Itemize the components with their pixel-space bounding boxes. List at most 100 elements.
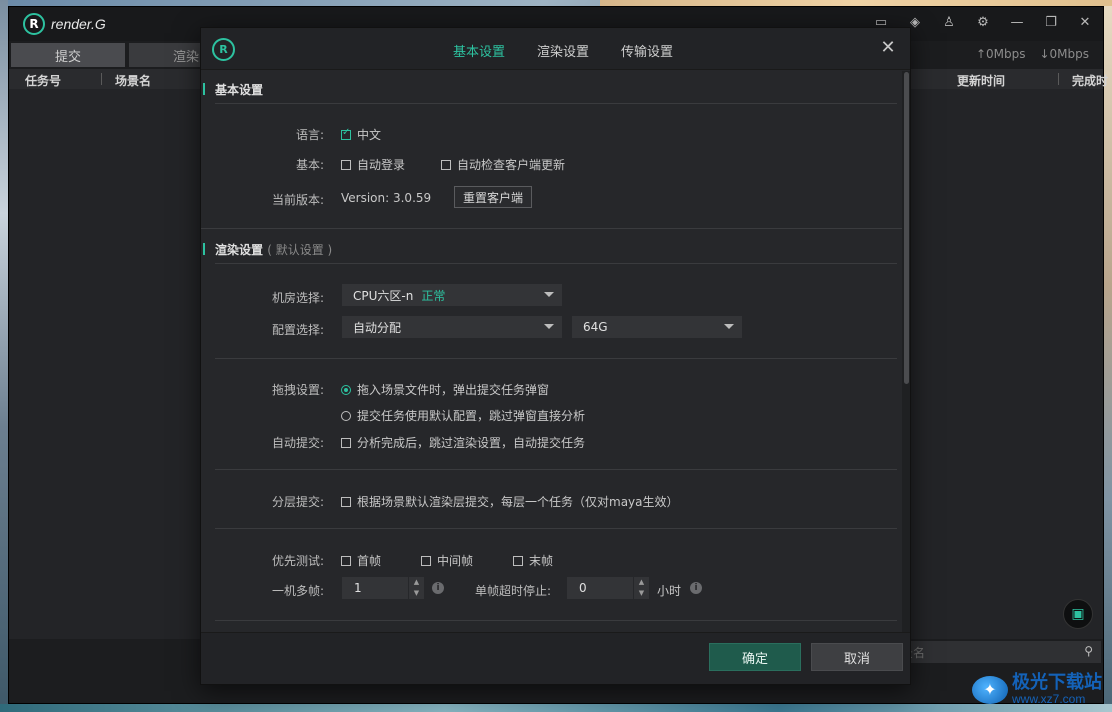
config-value: 自动分配 (353, 320, 402, 335)
priority-first-label: 首帧 (357, 554, 382, 568)
stepper-down-icon[interactable]: ▼ (634, 588, 649, 599)
version-value: Version: 3.0.59 (341, 191, 432, 205)
language-option[interactable]: 中文 (341, 126, 381, 143)
chevron-down-icon (544, 324, 554, 329)
user-icon[interactable]: ♙ (939, 12, 959, 32)
room-status: 正常 (421, 288, 446, 303)
auto-submit-checkbox[interactable] (341, 437, 351, 448)
memory-select[interactable]: 64G (572, 316, 742, 338)
divider (215, 263, 897, 264)
auto-update-label: 自动检查客户端更新 (457, 158, 566, 172)
gear-icon[interactable]: ⚙ (973, 12, 993, 32)
dialog-header: R 基本设置 渲染设置 传输设置 ✕ (201, 28, 910, 70)
divider (215, 358, 897, 359)
search-icon[interactable]: ⚲ (1084, 644, 1093, 658)
chevron-down-icon (724, 324, 734, 329)
column-task-id[interactable]: 任务号 (25, 72, 61, 89)
stepper-up-icon[interactable]: ▲ (409, 577, 424, 588)
cancel-button[interactable]: 取消 (811, 643, 903, 671)
close-icon[interactable]: ✕ (1075, 12, 1095, 32)
tab-submit[interactable]: 提交 (11, 43, 125, 67)
tab-basic-settings[interactable]: 基本设置 (453, 41, 505, 60)
language-value: 中文 (357, 128, 382, 142)
upload-speed: ↑0Mbps (975, 47, 1026, 61)
column-separator (1058, 73, 1059, 85)
scene-search-input[interactable]: 景名 ⚲ (891, 641, 1101, 663)
room-label: 机房选择: (271, 291, 324, 305)
confirm-button[interactable]: 确定 (709, 643, 801, 671)
auto-login-checkbox[interactable] (341, 159, 351, 170)
layer-submit-text: 根据场景默认渲染层提交，每层一个任务（仅对maya生效） (357, 495, 679, 509)
drag-option-popup[interactable]: 拖入场景文件时，弹出提交任务弹窗 (341, 381, 549, 398)
language-checkbox[interactable] (341, 127, 351, 140)
priority-last-label: 末帧 (529, 554, 554, 568)
multi-frame-value: 1 (354, 581, 362, 595)
desktop-background-left (0, 0, 8, 712)
room-select[interactable]: CPU六区-n 正常 (342, 284, 562, 306)
tab-transfer-settings[interactable]: 传输设置 (621, 41, 673, 60)
multi-frame-label: 一机多帧: (271, 584, 324, 598)
dialog-close-icon[interactable]: ✕ (878, 37, 898, 58)
stepper-arrows[interactable]: ▲ ▼ (633, 577, 649, 599)
version-label: 当前版本: (271, 193, 324, 207)
dialog-footer: 确定 取消 (201, 632, 910, 684)
maximize-icon[interactable]: ❐ (1041, 12, 1061, 32)
chat-support-button[interactable]: ▣ (1063, 599, 1093, 629)
logo-mark-icon: R (23, 13, 45, 35)
column-scene-name[interactable]: 场景名 (115, 72, 151, 89)
stepper-arrows[interactable]: ▲ ▼ (408, 577, 424, 599)
download-speed: ↓0Mbps (1039, 47, 1089, 61)
auto-login-option[interactable]: 自动登录 (341, 156, 405, 173)
app-logo: R render.G (23, 13, 106, 35)
reset-client-button[interactable]: 重置客户端 (454, 186, 533, 208)
drag-skip-radio[interactable] (341, 410, 351, 421)
auto-update-checkbox[interactable] (441, 159, 451, 170)
minimize-icon[interactable]: — (1007, 12, 1027, 32)
priority-label: 优先测试: (271, 554, 324, 568)
drag-popup-radio[interactable] (341, 384, 351, 395)
tab-render-settings[interactable]: 渲染设置 (537, 41, 589, 60)
config-select[interactable]: 自动分配 (342, 316, 562, 338)
divider (201, 228, 904, 229)
info-icon[interactable]: i (690, 582, 702, 594)
drag-option1-label: 拖入场景文件时，弹出提交任务弹窗 (357, 383, 550, 397)
dialog-scrollbar-thumb[interactable] (904, 72, 909, 384)
priority-middle-checkbox[interactable] (421, 555, 431, 566)
multi-frame-stepper[interactable]: 1 ▲ ▼ (342, 577, 424, 599)
column-separator (101, 73, 102, 85)
auto-submit-option[interactable]: 分析完成后，跳过渲染设置，自动提交任务 (341, 434, 585, 451)
column-complete-time[interactable]: 完成时 (1072, 72, 1108, 89)
stepper-down-icon[interactable]: ▼ (409, 588, 424, 599)
desktop-background-bottom (0, 704, 1112, 712)
dialog-logo-icon: R (212, 38, 235, 61)
layer-submit-option[interactable]: 根据场景默认渲染层提交，每层一个任务（仅对maya生效） (341, 493, 679, 510)
priority-last-checkbox[interactable] (513, 555, 523, 566)
auto-submit-text: 分析完成后，跳过渲染设置，自动提交任务 (357, 436, 586, 450)
room-value: CPU六区-n (353, 288, 414, 303)
section-title-render: 渲染设置 ( 默认设置 ) (202, 241, 332, 258)
stepper-up-icon[interactable]: ▲ (634, 577, 649, 588)
watermark-text: 极光下载站 www.xz7.com (1012, 673, 1102, 706)
config-label: 配置选择: (271, 323, 324, 337)
priority-middle-option[interactable]: 中间帧 (421, 552, 473, 569)
divider (215, 620, 897, 621)
drag-option-skip[interactable]: 提交任务使用默认配置，跳过弹窗直接分析 (341, 407, 585, 424)
divider (215, 469, 897, 470)
column-update-time[interactable]: 更新时间 (957, 72, 1005, 89)
watermark-logo-icon: ✦ (972, 675, 1008, 704)
priority-first-checkbox[interactable] (341, 555, 351, 566)
priority-first-option[interactable]: 首帧 (341, 552, 381, 569)
priority-last-option[interactable]: 末帧 (513, 552, 553, 569)
timeout-stepper[interactable]: 0 ▲ ▼ (567, 577, 649, 599)
auto-submit-label: 自动提交: (271, 436, 324, 450)
watermark: ✦ 极光下载站 www.xz7.com (972, 673, 1102, 706)
divider (215, 528, 897, 529)
layer-submit-checkbox[interactable] (341, 496, 351, 507)
chat-icon: ▣ (1071, 606, 1085, 622)
auto-update-option[interactable]: 自动检查客户端更新 (441, 156, 565, 173)
language-label: 语言: (295, 128, 324, 142)
watermark-title: 极光下载站 (1012, 672, 1102, 694)
layer-label: 分层提交: (271, 495, 324, 509)
timeout-unit: 小时 (657, 584, 682, 598)
transfer-speed: ↑0Mbps ↓0Mbps (976, 47, 1089, 61)
